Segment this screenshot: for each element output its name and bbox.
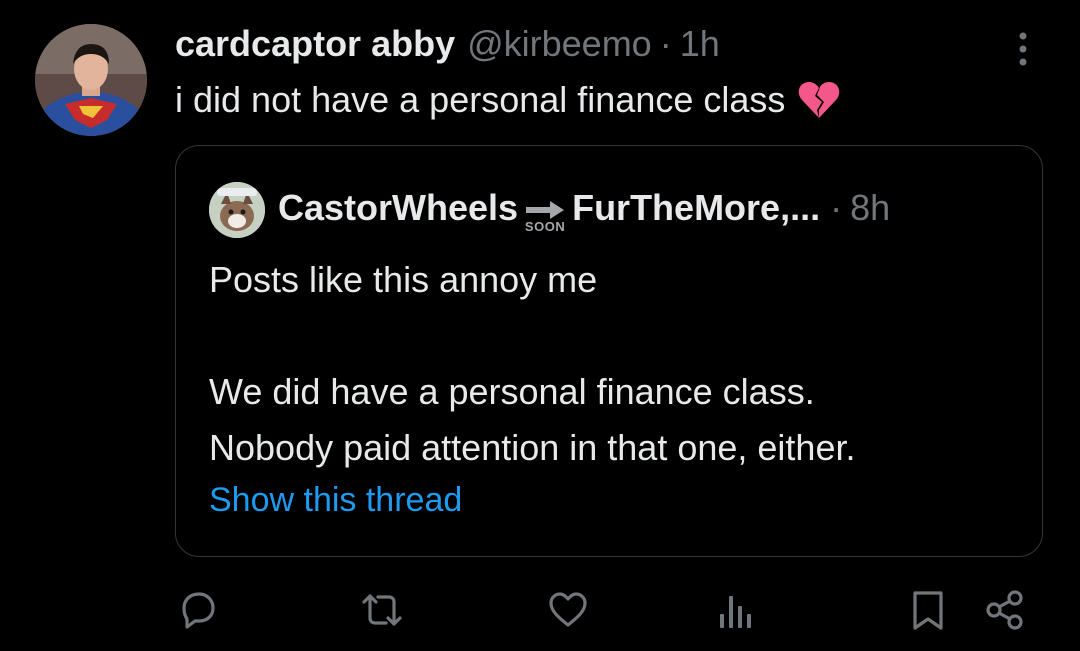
quoted-body-blank-line (209, 308, 855, 364)
tweet-header: cardcaptor abby @kirbeemo · 1h (175, 22, 720, 66)
quoted-timestamp[interactable]: 8h (850, 187, 890, 229)
quoted-body-line: Nobody paid attention in that one, eithe… (209, 427, 856, 468)
broken-heart-icon (799, 82, 840, 118)
quoted-tweet-body: Posts like this annoy me We did have a p… (209, 252, 855, 476)
author-display-name[interactable]: cardcaptor abby (175, 22, 455, 66)
right-arrow-icon (526, 201, 565, 219)
share-icon[interactable] (984, 588, 1028, 632)
repost-icon[interactable] (360, 588, 404, 632)
quoted-name-part1[interactable]: CastorWheels (278, 187, 518, 229)
avatar-image (35, 24, 147, 136)
tweet-text: i did not have a personal finance class (175, 78, 841, 122)
views-icon[interactable] (714, 588, 758, 632)
soon-label: SOON (524, 219, 566, 234)
show-thread-link[interactable]: Show this thread (209, 478, 462, 522)
quoted-name-part2[interactable]: FurTheMore,... (572, 187, 820, 229)
more-options-icon[interactable] (1008, 28, 1038, 68)
quoted-separator: · (830, 187, 843, 228)
quoted-body-line: We did have a personal finance class. (209, 371, 815, 412)
tweet-text-content: i did not have a personal finance class (175, 79, 786, 120)
header-separator: · (659, 23, 672, 64)
tweet-timestamp[interactable]: 1h (680, 22, 720, 66)
quoted-tweet-header: CastorWheels SOON FurTheMore,... · 8h (278, 186, 890, 234)
quoted-author-avatar[interactable] (209, 182, 265, 238)
quoted-avatar-image (209, 182, 265, 238)
like-icon[interactable] (546, 588, 590, 632)
quoted-tweet-card[interactable]: CastorWheels SOON FurTheMore,... · 8h Po… (175, 145, 1043, 557)
bookmark-icon[interactable] (906, 588, 950, 632)
soon-arrow-badge: SOON (520, 190, 570, 234)
quoted-body-line: Posts like this annoy me (209, 259, 598, 300)
author-handle[interactable]: @kirbeemo (467, 22, 652, 66)
author-avatar[interactable] (35, 24, 147, 136)
reply-icon[interactable] (176, 588, 220, 632)
